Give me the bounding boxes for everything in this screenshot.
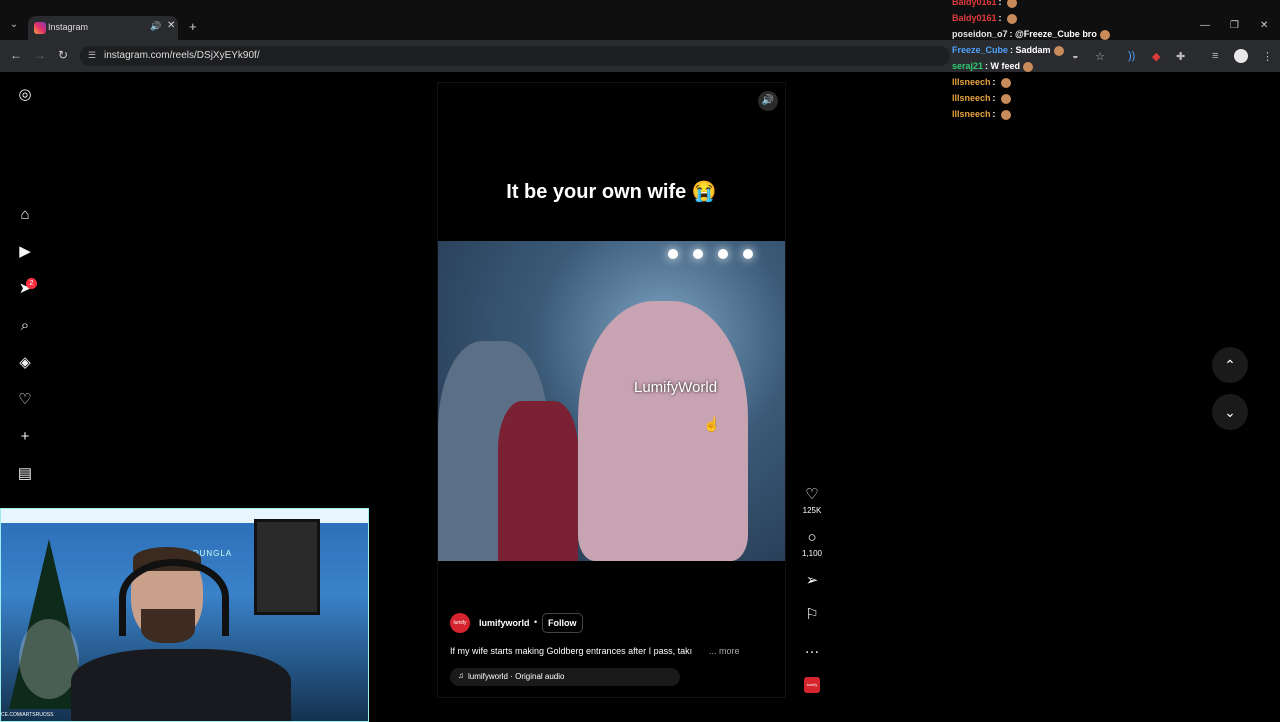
previous-reel-button[interactable]: ⌃ [1212,347,1248,383]
follow-button[interactable]: Follow [542,613,583,633]
instagram-logo-icon[interactable]: ◎ [16,86,34,104]
chat-separator: : [998,0,1005,7]
next-reel-button[interactable]: ⌄ [1212,394,1248,430]
forward-icon[interactable]: → [34,48,46,62]
mouse-cursor-icon: ☝ [703,416,721,432]
chat-message: Freeze_Cube: Saddam [952,42,1272,58]
headset [119,559,229,636]
chat-separator: : [992,93,999,103]
chat-separator: : [992,109,999,119]
more-link[interactable]: ... more [709,646,740,656]
music-note-icon: ♫ [458,671,464,680]
instagram-favicon-icon [34,22,46,34]
chat-username: seraj21 [952,61,984,71]
stage-light [743,249,753,259]
reel-description: If my wife starts making Goldberg entran… [450,646,693,656]
chat-text: @Freeze_Cube bro [1015,29,1097,39]
stage-light [718,249,728,259]
audio-label: lumifyworld · Original audio [468,672,565,681]
chat-separator: : [998,13,1005,23]
comment-button[interactable]: ○ 1,100 [800,529,824,558]
tab-instagram[interactable]: Instagram 🔊 ✕ [28,16,178,40]
video-figure [578,301,748,561]
home-icon[interactable]: ⌂ [16,206,34,224]
sound-toggle-icon[interactable]: 🔊 [758,91,778,111]
wall-frame [254,519,320,615]
author-username[interactable]: lumifyworld [479,618,530,628]
chat-message: seraj21: W feed [952,58,1272,74]
more-horizontal-icon: … [804,640,820,657]
chat-username: Freeze_Cube [952,45,1009,55]
chat-emote-icon [1001,77,1012,88]
webcam-footer-text: CE.COM/ARTSRUOSS [1,712,54,718]
reels-icon[interactable]: ▶ [16,243,34,261]
more-options-button[interactable]: … [800,640,824,658]
chat-emote-icon [1001,93,1012,104]
chat-username: lllsneech [952,109,991,119]
reel-player[interactable]: 🔊 It be your own wife 😭 LumifyWorld ☝ lu… [437,82,786,698]
audio-thumbnail[interactable]: lumify [804,677,820,693]
separator-dot: • [534,617,538,627]
chat-emote-icon [1023,61,1034,72]
streamer-torso [71,649,291,721]
chat-message: Baldy0161: [952,10,1272,26]
url-field[interactable]: ☰ instagram.com/reels/DSjXyEYk90f/ [80,46,950,66]
new-tab-button[interactable]: + [189,19,197,34]
share-icon: ➢ [805,572,819,589]
chat-username: lllsneech [952,77,991,87]
comment-count: 1,100 [801,549,823,558]
chat-message: Baldy0161: [952,0,1272,10]
audio-attribution[interactable]: ♫ lumifyworld · Original audio [450,668,680,686]
chat-username: Baldy0161 [952,0,997,7]
tab-search-icon[interactable]: ⌄ [6,17,22,33]
tab-audio-icon[interactable]: 🔊 [150,21,161,32]
tab-close-icon[interactable]: ✕ [167,20,175,31]
stage-light [668,249,678,259]
notifications-heart-icon[interactable]: ♡ [16,391,34,409]
like-button[interactable]: ♡ 125K [800,486,824,515]
search-icon[interactable]: ⌕ [16,317,34,335]
streamer-webcam: YOUNGLA CE.COM/ARTSRUOSS [0,508,369,722]
author-avatar[interactable]: lumify [450,613,470,633]
chat-username: Baldy0161 [952,13,997,23]
dashboard-icon[interactable]: ▤ [16,465,34,483]
tree-decoration [19,619,79,699]
chat-emote-icon [1007,13,1018,24]
video-figure [498,401,578,561]
url-text: instagram.com/reels/DSjXyEYk90f/ [104,50,260,61]
chat-message: poseidon_o7: @Freeze_Cube bro [952,26,1272,42]
chat-emote-icon [1001,109,1012,120]
chat-message: lllsneech: [952,90,1272,106]
heart-icon: ♡ [805,486,819,503]
save-button[interactable]: ⚐ [800,606,824,624]
notification-badge: 2 [26,278,37,289]
tab-title: Instagram [48,22,89,32]
reload-icon[interactable]: ↻ [58,48,68,62]
video-watermark: LumifyWorld [634,379,718,396]
chat-emote-icon [1099,29,1110,40]
stream-chat-overlay: Baldy0161: Baldy0161: poseidon_o7: @Free… [952,0,1272,122]
chat-username: poseidon_o7 [952,29,1008,39]
chat-username: lllsneech [952,93,991,103]
chat-text: Saddam [1015,45,1051,55]
create-icon[interactable]: + [16,428,34,446]
chat-message: lllsneech: [952,74,1272,90]
reel-video[interactable]: LumifyWorld ☝ [438,241,785,561]
back-icon[interactable]: ← [10,48,22,62]
chat-text: W feed [990,61,1021,71]
bookmark-icon: ⚐ [805,606,819,623]
chat-emote-icon [1007,0,1018,8]
explore-icon[interactable]: ◈ [16,354,34,372]
share-button[interactable]: ➢ [800,572,824,590]
like-count: 125K [802,506,822,515]
stage-light [693,249,703,259]
reel-overlay-caption: It be your own wife 😭 [506,181,717,203]
chat-emote-icon [1053,45,1064,56]
chat-separator: : [992,77,999,87]
comment-icon: ○ [807,529,817,546]
site-info-icon[interactable]: ☰ [88,50,96,61]
chat-message: lllsneech: [952,106,1272,122]
